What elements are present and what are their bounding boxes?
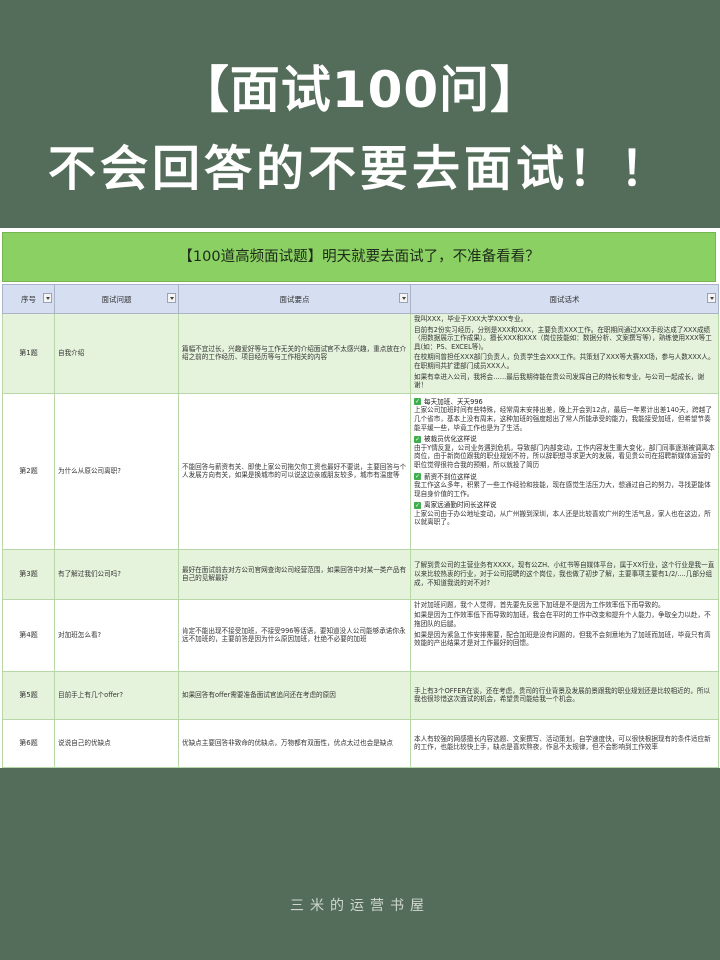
- cell-answer[interactable]: ✓ 每天加班、天天996 上家公司加班时间有些特殊，经常周末安排出差，晚上开会到1…: [410, 392, 719, 550]
- check-icon: ✓: [414, 501, 421, 509]
- column-header-label: 面试问题: [101, 294, 132, 304]
- table-row: 第5题 目前手上有几个offer? 如果回答有offer需要准备面试官追问还在考…: [2, 670, 719, 720]
- cell-number[interactable]: 第5题: [2, 670, 55, 720]
- check-icon: ✓: [414, 473, 421, 480]
- option-title: 每天加班、天天996: [424, 397, 483, 406]
- table-row: 第6题 说说自己的优缺点 优缺点主要回答非致命的优缺点，万物都有双面性，优点太过…: [2, 718, 719, 768]
- check-icon: ✓: [414, 398, 421, 406]
- cell-points[interactable]: 如果回答有offer需要准备面试官追问还在考虑的原因: [178, 670, 411, 720]
- cell-number[interactable]: 第6题: [2, 718, 55, 768]
- cell-question[interactable]: 对加班怎么看?: [54, 598, 179, 672]
- option-title: 被裁员优化这样说: [424, 435, 477, 444]
- cell-number[interactable]: 第1题: [2, 313, 55, 394]
- answer-option: ✓ 薪资不到位这样说: [414, 473, 715, 482]
- answer-line: 在校期间曾担任XXX部门负责人，负责学生会XXX工作。共策划了XXX等大赛XX场…: [414, 353, 715, 370]
- cell-answer[interactable]: 我叫XXX，毕业于XXX大学XXX专业。 目前有2份实习经历，分别是XXX和XX…: [410, 313, 719, 394]
- cell-question[interactable]: 为什么从原公司离职?: [54, 392, 179, 550]
- cell-points[interactable]: 肯定不能出现不接受加班，不接受996等话语，要知道没人公司能够承诺你永远不加班的…: [178, 598, 411, 672]
- cell-answer[interactable]: 手上有3个OFFER在谈，还在考虑，贵司的行业背景及发展前景跟我的职业规划还是比…: [410, 670, 719, 720]
- cell-points[interactable]: 不能回答与薪资有关、即使上家公司拖欠你工资也最好不要说，主要回答与个人发展方向有…: [178, 392, 411, 550]
- cell-answer[interactable]: 本人有较强的网感擅长内容选题、文案撰写、活动策划，自学速度快，可以很快根据现有的…: [410, 718, 719, 768]
- header-row: 序号 面试问题 面试要点 面试话术: [2, 284, 719, 314]
- option-title: 薪资不到位这样说: [424, 472, 477, 481]
- answer-line: 我叫XXX，毕业于XXX大学XXX专业。: [414, 315, 528, 323]
- table-row: 第3题 有了解过我们公司吗? 最好在面试前去对方公司官网查询公司经营范围，如果回…: [2, 548, 719, 600]
- spreadsheet: 【100道高频面试题】明天就要去面试了，不准备看看？ 序号 面试问题 面试要点 …: [0, 228, 720, 768]
- cell-points[interactable]: 篇幅不宜过长，兴趣爱好等与工作无关的介绍面试官不太感兴趣，重点放在介绍之前的工作…: [178, 313, 411, 394]
- answer-line: 目前有2份实习经历，分别是XXX和XXX，主要负责XXX工作。在职期间通过XXX…: [414, 325, 712, 351]
- column-header-number[interactable]: 序号: [2, 284, 55, 314]
- cell-question[interactable]: 有了解过我们公司吗?: [54, 548, 179, 600]
- option-text: 上家公司由于办公地址变动，从广州搬到深圳，本人还是比较喜欢广州的生活气息，家人也…: [414, 509, 711, 527]
- cell-answer[interactable]: 了解到贵公司的主营业务有XXXX，现有公ZH、小红书等自媒体平台，属于XX行业，…: [410, 548, 719, 600]
- cell-number[interactable]: 第3题: [2, 548, 55, 600]
- cell-answer[interactable]: 针对加班问题，我个人觉得，首先要先反思下加班是不是因为工作效率低下而导致的。 如…: [410, 598, 719, 672]
- column-header-label: 面试要点: [279, 294, 310, 304]
- sheet-title: 【100道高频面试题】明天就要去面试了，不准备看看？: [2, 232, 716, 282]
- option-text: 我工作这么多年，积累了一些工作经验和技能，现在感觉生活压力大，想通过自己的努力，…: [414, 481, 711, 498]
- column-header-label: 面试话术: [549, 294, 580, 304]
- option-text: 上家公司加班时间有些特殊，经常周末安排出差，晚上开会到12点，最后一年累计出差1…: [414, 406, 712, 432]
- table-row: 第2题 为什么从原公司离职? 不能回答与薪资有关、即使上家公司拖欠你工资也最好不…: [2, 392, 719, 550]
- answer-option: ✓ 被裁员优化这样说: [414, 435, 715, 444]
- answer-option: ✓ 离家远通勤时间长这样说: [414, 501, 715, 510]
- option-text: 由于Y情反复，公司业务遇到危机，导致部门内部变动，工作内容发生重大变化，部门同事…: [414, 443, 715, 469]
- table-row: 第4题 对加班怎么看? 肯定不能出现不接受加班，不接受996等话语，要知道没人公…: [2, 598, 719, 672]
- hero-subtitle: 不会回答的不要去面试！！: [47, 141, 672, 197]
- cell-number[interactable]: 第4题: [2, 598, 55, 672]
- filter-dropdown-icon[interactable]: [707, 293, 716, 303]
- cell-points[interactable]: 最好在面试前去对方公司官网查询公司经营范围，如果回答中对某一类产品有自己的见解最…: [178, 548, 411, 600]
- cell-points[interactable]: 优缺点主要回答非致命的优缺点，万物都有双面性，优点太过也会是缺点: [178, 718, 411, 768]
- answer-line: 如果是因为工作效率低下而导致的加班，我会在平时的工作中改变和提升个人能力，争取全…: [414, 611, 711, 628]
- answer-line: 如果是因为紧急工作安排需要，配合加班是没有问题的，但我不会刻意地为了加班而加班，…: [414, 630, 711, 648]
- filter-dropdown-icon[interactable]: [43, 293, 52, 303]
- table-row: 第1题 自我介绍 篇幅不宜过长，兴趣爱好等与工作无关的介绍面试官不太感兴趣，重点…: [2, 313, 719, 394]
- check-icon: ✓: [414, 435, 421, 443]
- cell-question[interactable]: 自我介绍: [54, 313, 179, 394]
- cell-question[interactable]: 说说自己的优缺点: [54, 718, 179, 768]
- hero-banner: 【面试100问】 不会回答的不要去面试！！: [0, 0, 720, 228]
- column-header-answer[interactable]: 面试话术: [410, 284, 719, 314]
- column-header-points[interactable]: 面试要点: [178, 284, 411, 314]
- cell-number[interactable]: 第2题: [2, 392, 55, 550]
- cell-question[interactable]: 目前手上有几个offer?: [54, 670, 179, 720]
- watermark: 三米的运营书屋: [290, 898, 430, 914]
- column-header-question[interactable]: 面试问题: [54, 284, 179, 314]
- answer-line: 针对加班问题，我个人觉得，首先要先反思下加班是不是因为工作效率低下而导致的。: [414, 600, 665, 609]
- option-title: 离家远通勤时间长这样说: [424, 501, 497, 510]
- answer-line: 如果有幸进入公司，我将会……最后我期待能在贵公司发挥自己的特长和专业，与公司一起…: [414, 372, 705, 390]
- filter-dropdown-icon[interactable]: [167, 293, 176, 303]
- filter-dropdown-icon[interactable]: [399, 293, 408, 303]
- questions-table: 序号 面试问题 面试要点 面试话术 第1题 自我介绍 篇幅不宜过长，兴趣爱好等与…: [2, 284, 719, 768]
- hero-title: 【面试100问】: [178, 61, 542, 119]
- column-header-label: 序号: [21, 294, 36, 304]
